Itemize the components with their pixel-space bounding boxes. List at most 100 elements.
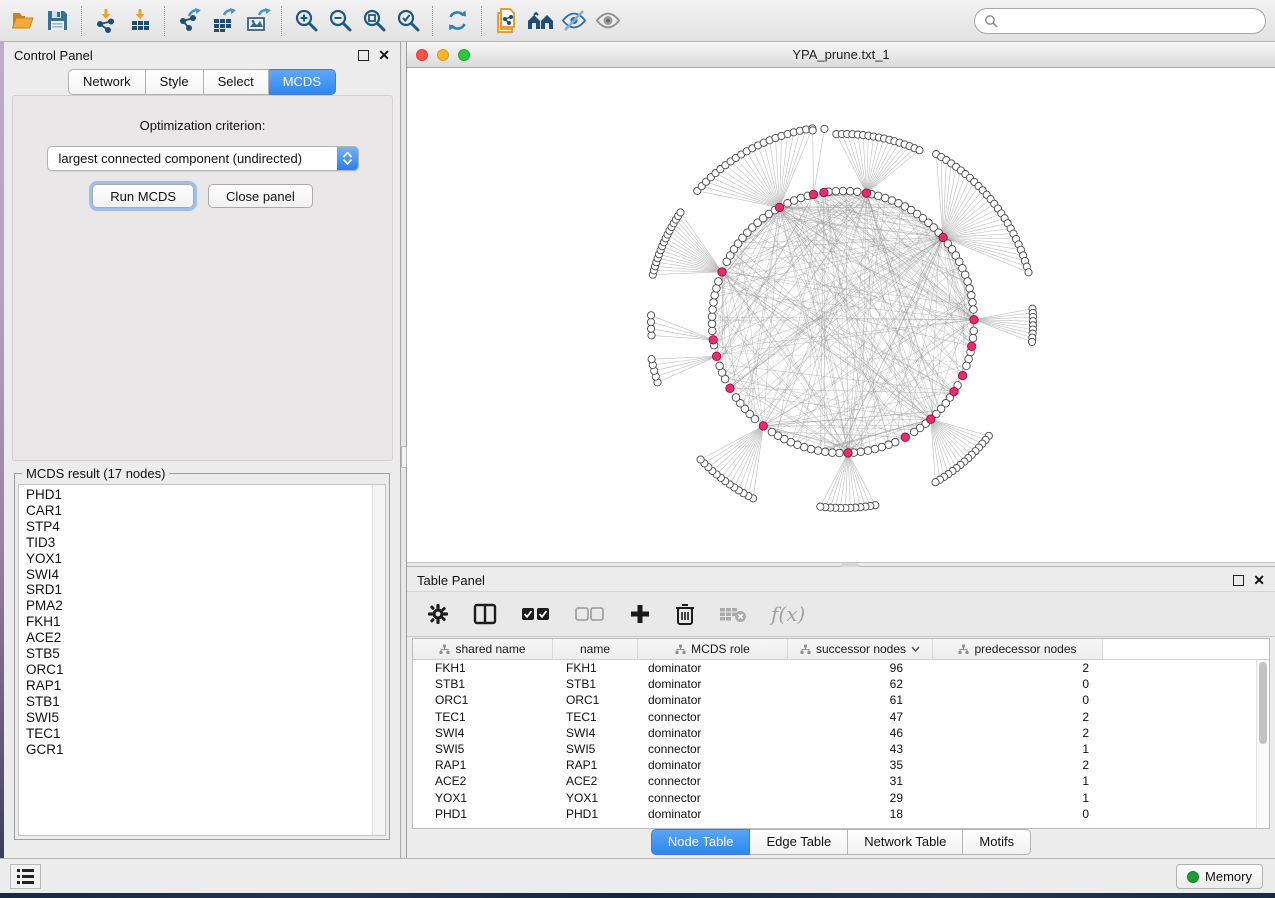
close-panel-icon[interactable]: ✕ xyxy=(1253,575,1265,586)
search-input[interactable] xyxy=(999,14,1256,29)
window-minimize-icon[interactable] xyxy=(437,49,449,61)
memory-button[interactable]: Memory xyxy=(1176,864,1263,889)
import-network-icon[interactable] xyxy=(89,4,123,38)
mcds-result-item[interactable]: GCR1 xyxy=(26,742,385,758)
first-neighbors-icon[interactable] xyxy=(523,4,557,38)
zoom-fit-icon[interactable] xyxy=(357,4,391,38)
settings-gear-icon[interactable] xyxy=(427,603,449,625)
add-column-icon[interactable] xyxy=(629,603,651,625)
table-cell: connector xyxy=(638,791,788,805)
mcds-result-list[interactable]: PHD1CAR1STP4TID3YOX1SWI4SRD1PMA2FKH1ACE2… xyxy=(18,484,386,836)
table-cell: dominator xyxy=(638,677,788,691)
table-row[interactable]: SWI4SWI4dominator462 xyxy=(413,725,1269,741)
table-scrollbar[interactable] xyxy=(1256,660,1269,828)
mcds-result-item[interactable]: TEC1 xyxy=(26,726,385,742)
mcds-section: Optimization criterion: largest connecte… xyxy=(12,95,393,461)
export-image-icon[interactable] xyxy=(240,4,274,38)
import-table-icon[interactable] xyxy=(123,4,157,38)
table-row[interactable]: YOX1YOX1connector291 xyxy=(413,790,1269,806)
network-view-panel: YPA_prune.txt_1 xyxy=(407,42,1275,562)
mcds-result-item[interactable]: STB5 xyxy=(26,646,385,662)
column-header-predecessor-nodes[interactable]: predecessor nodes xyxy=(933,639,1103,659)
table-cell: 0 xyxy=(933,677,1103,691)
mcds-result-item[interactable]: RAP1 xyxy=(26,678,385,694)
table-cell: 29 xyxy=(788,791,933,805)
export-network-icon[interactable] xyxy=(172,4,206,38)
mcds-result-item[interactable]: STP4 xyxy=(26,519,385,535)
search-box[interactable] xyxy=(974,8,1266,34)
network-canvas[interactable] xyxy=(407,68,1275,562)
task-history-button[interactable] xyxy=(10,864,41,889)
tab-network[interactable]: Network xyxy=(68,69,146,95)
column-header-shared-name[interactable]: shared name xyxy=(413,639,553,659)
column-header-name[interactable]: name xyxy=(553,639,638,659)
table-row[interactable]: PHD1PHD1dominator180 xyxy=(413,806,1269,822)
zoom-out-icon[interactable] xyxy=(323,4,357,38)
table-row[interactable]: FKH1FKH1dominator962 xyxy=(413,660,1269,676)
delete-column-icon[interactable] xyxy=(675,602,695,626)
mcds-list-scrollbar[interactable] xyxy=(372,485,385,835)
table-cell: STB1 xyxy=(553,677,638,691)
show-all-icon[interactable] xyxy=(591,4,625,38)
mcds-result-item[interactable]: PHD1 xyxy=(26,487,385,503)
tab-mcds[interactable]: MCDS xyxy=(269,69,336,95)
float-panel-icon[interactable] xyxy=(1233,575,1244,586)
mcds-result-item[interactable]: STB1 xyxy=(26,694,385,710)
mcds-result-item[interactable]: ORC1 xyxy=(26,662,385,678)
mcds-result-item[interactable]: PMA2 xyxy=(26,598,385,614)
table-cell: RAP1 xyxy=(413,758,553,772)
mcds-result-item[interactable]: CAR1 xyxy=(26,503,385,519)
memory-label: Memory xyxy=(1205,869,1252,884)
network-window-titlebar[interactable]: YPA_prune.txt_1 xyxy=(407,42,1275,68)
run-mcds-button[interactable]: Run MCDS xyxy=(92,184,194,208)
column-header-MCDS-role[interactable]: MCDS role xyxy=(638,639,788,659)
window-maximize-icon[interactable] xyxy=(458,49,470,61)
export-table-icon[interactable] xyxy=(206,4,240,38)
new-network-from-selection-icon[interactable] xyxy=(489,4,523,38)
table-row[interactable]: STB1STB1dominator620 xyxy=(413,676,1269,692)
table-cell: RAP1 xyxy=(553,758,638,772)
mcds-result-item[interactable]: FKH1 xyxy=(26,614,385,630)
window-close-icon[interactable] xyxy=(416,49,428,61)
split-panel-icon[interactable] xyxy=(473,602,497,626)
zoom-selected-icon[interactable] xyxy=(391,4,425,38)
mcds-result-item[interactable]: ACE2 xyxy=(26,630,385,646)
mcds-result-item[interactable]: SRD1 xyxy=(26,582,385,598)
close-panel-icon[interactable]: ✕ xyxy=(378,50,390,61)
save-session-icon[interactable] xyxy=(40,4,74,38)
tab-style[interactable]: Style xyxy=(146,69,204,95)
open-file-icon[interactable] xyxy=(6,4,40,38)
apply-preferred-layout-icon[interactable] xyxy=(440,4,474,38)
zoom-in-icon[interactable] xyxy=(289,4,323,38)
delete-table-icon[interactable] xyxy=(719,605,747,623)
tab-edge-table[interactable]: Edge Table xyxy=(750,829,848,855)
scrollbar-thumb[interactable] xyxy=(1259,662,1267,744)
table-cell: dominator xyxy=(638,693,788,707)
float-panel-icon[interactable] xyxy=(358,50,369,61)
table-row[interactable]: RAP1RAP1dominator352 xyxy=(413,757,1269,773)
tab-select[interactable]: Select xyxy=(204,69,269,95)
select-all-columns-icon[interactable] xyxy=(521,606,551,622)
hide-selected-icon[interactable] xyxy=(557,4,591,38)
mcds-result-item[interactable]: TID3 xyxy=(26,535,385,551)
table-row[interactable]: ORC1ORC1dominator610 xyxy=(413,692,1269,708)
table-row[interactable]: SWI5SWI5connector431 xyxy=(413,741,1269,757)
dropdown-value: largest connected component (undirected) xyxy=(59,151,303,166)
column-header-successor-nodes[interactable]: successor nodes xyxy=(788,639,933,659)
network-graph[interactable] xyxy=(407,68,1275,562)
mcds-result-item[interactable]: SWI4 xyxy=(26,567,385,583)
tab-node-table[interactable]: Node Table xyxy=(651,829,751,855)
optimization-criterion-dropdown[interactable]: largest connected component (undirected) xyxy=(47,146,359,171)
mcds-result-item[interactable]: YOX1 xyxy=(26,551,385,567)
table-toolbar: f(x) xyxy=(407,591,1275,637)
mcds-result-item[interactable]: SWI5 xyxy=(26,710,385,726)
tab-motifs[interactable]: Motifs xyxy=(963,829,1031,855)
table-cell: dominator xyxy=(638,661,788,675)
unselect-all-columns-icon[interactable] xyxy=(575,606,605,622)
table-cell: 0 xyxy=(933,693,1103,707)
table-row[interactable]: ACE2ACE2connector311 xyxy=(413,773,1269,789)
table-row[interactable]: TEC1TEC1connector472 xyxy=(413,709,1269,725)
table-cell: 18 xyxy=(788,807,933,821)
close-panel-button[interactable]: Close panel xyxy=(208,184,313,208)
tab-network-table[interactable]: Network Table xyxy=(848,829,963,855)
